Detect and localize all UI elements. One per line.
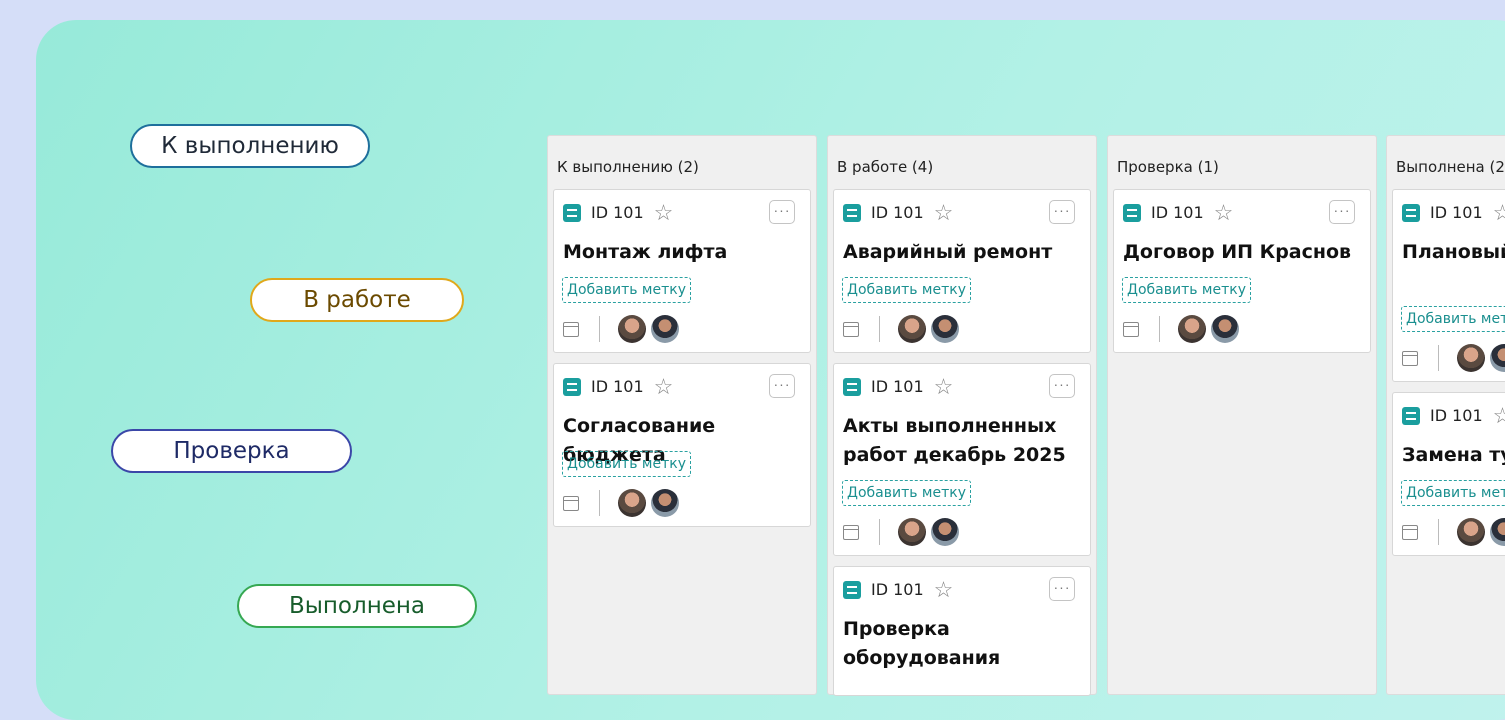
add-tag-button[interactable]: Добавить метку: [842, 277, 971, 303]
task-card[interactable]: ID 101 ☆ Замена ту Добавить метку: [1392, 392, 1505, 556]
calendar-icon[interactable]: [843, 321, 859, 337]
column-title: Проверка (1): [1117, 158, 1219, 176]
task-list-icon: [1402, 203, 1420, 222]
calendar-icon[interactable]: [1123, 321, 1139, 337]
task-list-icon: [563, 203, 581, 222]
card-id: ID 101: [591, 377, 644, 396]
column-title: В работе (4): [837, 158, 934, 176]
avatar[interactable]: [1211, 315, 1239, 343]
avatar[interactable]: [931, 315, 959, 343]
avatar[interactable]: [618, 489, 646, 517]
card-title: Замена ту: [1402, 444, 1505, 466]
calendar-icon[interactable]: [843, 524, 859, 540]
task-list-icon: [563, 377, 581, 396]
calendar-icon[interactable]: [563, 495, 579, 511]
task-card[interactable]: ID 101 ☆ ··· Договор ИП Краснов Добавить …: [1113, 189, 1371, 353]
add-tag-button[interactable]: Добавить метку: [562, 451, 691, 477]
avatar[interactable]: [1490, 344, 1505, 372]
avatar[interactable]: [651, 315, 679, 343]
task-list-icon: [1123, 203, 1141, 222]
card-title: Акты выполненных работ декабрь 2025: [843, 415, 1066, 466]
more-options-button[interactable]: ···: [769, 374, 795, 398]
card-id: ID 101: [871, 377, 924, 396]
board-column-done: Выполнена (2) ID 101 ☆ Плановый оборудова…: [1386, 135, 1505, 695]
task-list-icon: [1402, 406, 1420, 425]
star-icon[interactable]: ☆: [934, 201, 954, 223]
avatar[interactable]: [651, 489, 679, 517]
calendar-icon[interactable]: [1402, 350, 1418, 366]
more-options-button[interactable]: ···: [769, 200, 795, 224]
star-icon[interactable]: ☆: [934, 375, 954, 397]
avatar[interactable]: [1457, 344, 1485, 372]
avatar[interactable]: [1457, 518, 1485, 546]
board-column-todo: К выполнению (2) ID 101 ☆ ··· Монтаж лифт…: [547, 135, 817, 695]
avatar[interactable]: [931, 518, 959, 546]
more-options-button[interactable]: ···: [1049, 577, 1075, 601]
star-icon[interactable]: ☆: [1214, 201, 1234, 223]
card-title: Проверка оборудования: [843, 618, 1001, 669]
divider: [879, 316, 880, 342]
add-tag-button[interactable]: Добавить метку: [842, 480, 971, 506]
divider: [599, 490, 600, 516]
status-pill-review[interactable]: Проверка: [111, 429, 352, 473]
avatar[interactable]: [898, 518, 926, 546]
add-tag-button[interactable]: Добавить метку: [1122, 277, 1251, 303]
divider: [1438, 519, 1439, 545]
task-card[interactable]: ID 101 ☆ ··· Аварийный ремонт Добавить ме…: [833, 189, 1091, 353]
more-options-button[interactable]: ···: [1049, 200, 1075, 224]
card-id: ID 101: [871, 580, 924, 599]
star-icon[interactable]: ☆: [1493, 201, 1505, 223]
status-pill-in-progress[interactable]: В работе: [250, 278, 464, 322]
card-id: ID 101: [1430, 406, 1483, 425]
avatar[interactable]: [898, 315, 926, 343]
task-card[interactable]: ID 101 ☆ ··· Проверка оборудования: [833, 566, 1091, 696]
card-id: ID 101: [1151, 203, 1204, 222]
more-options-button[interactable]: ···: [1329, 200, 1355, 224]
task-list-icon: [843, 203, 861, 222]
calendar-icon[interactable]: [563, 321, 579, 337]
card-id: ID 101: [591, 203, 644, 222]
calendar-icon[interactable]: [1402, 524, 1418, 540]
task-list-icon: [843, 580, 861, 599]
add-tag-button[interactable]: Добавить метку: [562, 277, 691, 303]
card-title: Плановый оборудова: [1402, 241, 1505, 263]
add-tag-button[interactable]: Добавить метку: [1401, 480, 1505, 506]
avatar[interactable]: [1178, 315, 1206, 343]
task-card[interactable]: ID 101 ☆ ··· Монтаж лифта Добавить метку: [553, 189, 811, 353]
status-pill-done[interactable]: Выполнена: [237, 584, 477, 628]
star-icon[interactable]: ☆: [1493, 404, 1505, 426]
divider: [1159, 316, 1160, 342]
more-options-button[interactable]: ···: [1049, 374, 1075, 398]
task-card[interactable]: ID 101 ☆ ··· Акты выполненных работ декаб…: [833, 363, 1091, 556]
divider: [599, 316, 600, 342]
add-tag-button[interactable]: Добавить метку: [1401, 306, 1505, 332]
star-icon[interactable]: ☆: [654, 201, 674, 223]
card-title: Аварийный ремонт: [843, 241, 1053, 263]
column-title: К выполнению (2): [557, 158, 699, 176]
column-title: Выполнена (2): [1396, 158, 1505, 176]
card-id: ID 101: [871, 203, 924, 222]
status-pill-todo[interactable]: К выполнению: [130, 124, 370, 168]
task-card[interactable]: ID 101 ☆ ··· Согласование бюджета Добавит…: [553, 363, 811, 527]
avatar[interactable]: [1490, 518, 1505, 546]
divider: [1438, 345, 1439, 371]
star-icon[interactable]: ☆: [934, 578, 954, 600]
board-column-review: Проверка (1) ID 101 ☆ ··· Договор ИП Крас…: [1107, 135, 1377, 695]
divider: [879, 519, 880, 545]
card-id: ID 101: [1430, 203, 1483, 222]
task-list-icon: [843, 377, 861, 396]
task-card[interactable]: ID 101 ☆ Плановый оборудова Добавить метк…: [1392, 189, 1505, 382]
star-icon[interactable]: ☆: [654, 375, 674, 397]
avatar[interactable]: [618, 315, 646, 343]
card-title: Договор ИП Краснов: [1123, 241, 1352, 263]
board-column-in-progress: В работе (4) ID 101 ☆ ··· Аварийный ремон…: [827, 135, 1097, 696]
card-title: Монтаж лифта: [563, 241, 728, 263]
